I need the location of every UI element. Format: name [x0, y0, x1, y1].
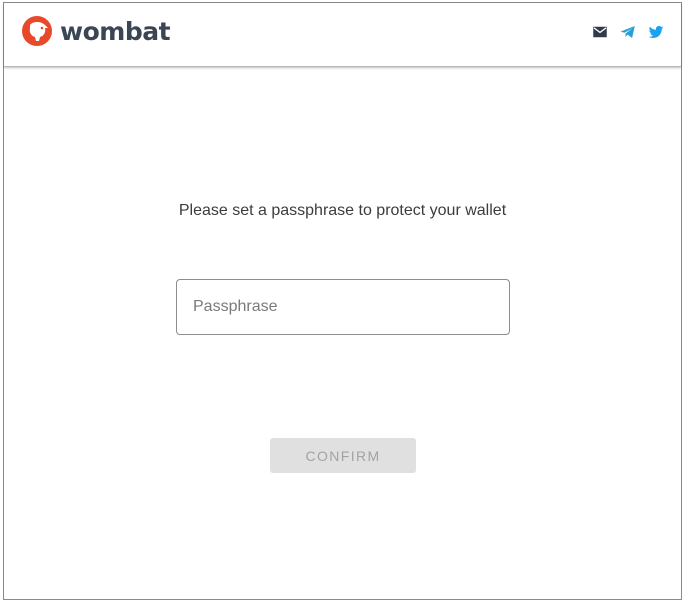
passphrase-field[interactable]	[176, 279, 510, 335]
wombat-logo-icon	[22, 16, 52, 46]
app-header: wombat	[4, 3, 681, 67]
passphrase-input[interactable]	[177, 280, 509, 334]
brand-name: wombat	[60, 16, 171, 46]
social-links	[591, 23, 665, 41]
brand-logo[interactable]: wombat	[21, 15, 171, 47]
app-window: wombat Please set a passphrase to protec…	[3, 2, 682, 600]
passphrase-instruction: Please set a passphrase to protect your …	[178, 202, 507, 219]
twitter-icon[interactable]	[647, 23, 665, 41]
mail-icon[interactable]	[591, 23, 609, 41]
confirm-button[interactable]: CONFIRM	[270, 438, 416, 473]
telegram-icon[interactable]	[619, 23, 637, 41]
